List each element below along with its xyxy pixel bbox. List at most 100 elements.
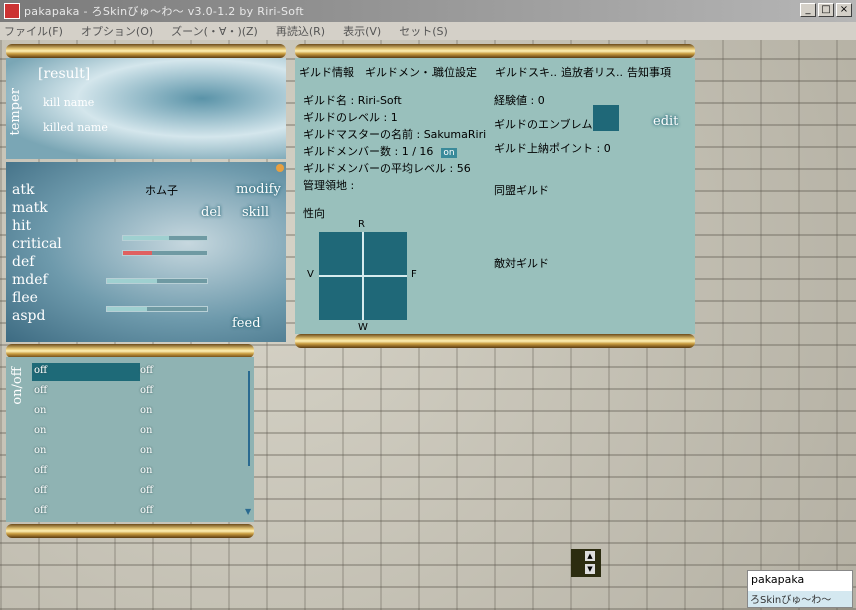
onoff-row-2[interactable]: off off: [30, 383, 244, 401]
guild-tax-points: ギルド上納ポイント : 0: [494, 142, 611, 155]
scroll-down-icon[interactable]: ▼: [245, 507, 251, 516]
character-name: pakapaka: [751, 573, 805, 586]
mini-scroll-widget[interactable]: ▲ ▼: [571, 549, 601, 577]
onoff-value[interactable]: on: [140, 405, 152, 416]
onoff-value[interactable]: on: [34, 425, 46, 436]
delete-button[interactable]: del: [201, 205, 221, 220]
guild-panel: ギルド情報 ギルドメン・. 職位設定 ギルドスキ.. 追放者リス.. 告知事項 …: [295, 58, 695, 334]
onoff-value[interactable]: off: [34, 505, 47, 516]
app-icon: [4, 3, 20, 19]
homunculus-status-panel: atk matk hit critical def mdef flee aspd…: [6, 162, 286, 342]
close-button[interactable]: ×: [836, 3, 852, 17]
onoff-value[interactable]: on: [34, 445, 46, 456]
onoff-scrollbar[interactable]: ▼: [244, 361, 254, 519]
member-on-badge: on: [441, 148, 457, 158]
scroll-up-icon[interactable]: ▲: [585, 551, 595, 561]
result-vertical-title: temper: [8, 88, 23, 136]
tendency-chart: [319, 232, 407, 320]
onoff-row-4[interactable]: on on: [30, 423, 244, 441]
chart-vertical-axis: [362, 232, 364, 320]
skin-name: ろSkinびゅ〜わ〜: [748, 591, 852, 607]
axis-label-left: V: [307, 269, 314, 280]
maximize-button[interactable]: □: [818, 3, 834, 17]
row-highlight: [32, 363, 140, 381]
menu-reload[interactable]: 再読込(R): [276, 23, 325, 39]
onoff-header-bar[interactable]: [6, 344, 254, 358]
title-bar: pakapaka - ろSkinびゅ〜わ〜 v3.0-1.2 by Riri-S…: [0, 0, 856, 22]
hp-bar: [122, 235, 208, 241]
result-title: [result]: [38, 66, 91, 82]
character-name-box: pakapaka ろSkinびゅ〜わ〜: [747, 570, 853, 608]
menu-zoom[interactable]: ズーン(・∀・)(Z): [171, 23, 258, 39]
onoff-value[interactable]: on: [34, 405, 46, 416]
homunculus-name: ホム子: [145, 184, 178, 197]
tab-guild-skills[interactable]: ギルドスキ..: [495, 64, 557, 80]
sp-bar-fill: [123, 251, 153, 255]
tab-guild-members[interactable]: ギルドメン・.: [365, 64, 435, 80]
onoff-row-6[interactable]: off on: [30, 463, 244, 481]
guild-emblem-image: [593, 105, 619, 131]
scroll-down-icon[interactable]: ▼: [585, 564, 595, 574]
stat-matk: matk: [12, 200, 48, 216]
onoff-value[interactable]: on: [140, 425, 152, 436]
kill-name-label: kill name: [43, 96, 95, 109]
onoff-value[interactable]: on: [140, 445, 152, 456]
stat-atk: atk: [12, 182, 35, 198]
guild-master: ギルドマスターの名前 : SakumaRiri: [303, 128, 487, 141]
onoff-value[interactable]: off: [34, 465, 47, 476]
stat-critical: critical: [12, 236, 62, 252]
result-panel: temper [result] kill name killed name: [6, 58, 286, 159]
onoff-value[interactable]: off: [140, 365, 153, 376]
onoff-value[interactable]: off: [140, 485, 153, 496]
menu-view[interactable]: 表示(V): [343, 23, 381, 39]
minimize-button[interactable]: _: [800, 3, 816, 17]
menu-option[interactable]: オプション(O): [81, 23, 153, 39]
guild-territory: 管理領地 :: [303, 179, 355, 192]
enemy-guilds-label: 敵対ギルド: [494, 257, 549, 270]
member-count-text: ギルドメンバー数 : 1 / 16: [303, 145, 434, 158]
onoff-value[interactable]: off: [140, 385, 153, 396]
onoff-row-7[interactable]: off off: [30, 483, 244, 501]
tab-guild-info[interactable]: ギルド情報: [299, 64, 354, 80]
menu-set[interactable]: セット(S): [399, 23, 448, 39]
onoff-row-1[interactable]: off off: [30, 363, 244, 381]
onoff-value[interactable]: off: [34, 385, 47, 396]
axis-label-top: R: [358, 219, 365, 230]
guild-emblem-label: ギルドのエンブレム: [494, 118, 593, 131]
killed-name-label: killed name: [43, 121, 108, 134]
tab-expelled-list[interactable]: 追放者リス..: [561, 64, 623, 80]
client-area: temper [result] kill name killed name at…: [0, 40, 856, 610]
onoff-value[interactable]: on: [140, 465, 152, 476]
onoff-panel: on/off off off off off on on on on on on off o…: [6, 357, 254, 522]
edit-emblem-button[interactable]: edit: [653, 114, 678, 129]
result-header-bar[interactable]: [6, 44, 286, 58]
guild-name: ギルド名 : Riri-Soft: [303, 94, 402, 107]
modify-button[interactable]: modify: [236, 182, 281, 197]
onoff-value[interactable]: off: [34, 365, 47, 376]
tab-notice[interactable]: 告知事項: [627, 64, 671, 80]
onoff-row-3[interactable]: on on: [30, 403, 244, 421]
stat-def: def: [12, 254, 35, 270]
hp-bar-fill: [123, 236, 170, 240]
allied-guilds-label: 同盟ギルド: [494, 184, 549, 197]
feed-button[interactable]: feed: [232, 316, 261, 331]
guild-tendency-label: 性向: [303, 207, 325, 220]
guild-level: ギルドのレベル : 1: [303, 111, 398, 124]
onoff-vertical-title: on/off: [10, 367, 25, 405]
onoff-footer-bar: [6, 524, 254, 538]
window-title: pakapaka - ろSkinびゅ〜わ〜 v3.0-1.2 by Riri-S…: [24, 5, 304, 18]
guild-header-bar[interactable]: [295, 44, 695, 58]
close-icon[interactable]: [276, 164, 284, 172]
menu-file[interactable]: ファイル(F): [4, 23, 63, 39]
tab-position-settings[interactable]: 職位設定: [433, 64, 477, 80]
onoff-value[interactable]: off: [140, 505, 153, 516]
skill-button[interactable]: skill: [242, 205, 269, 220]
guild-member-count: ギルドメンバー数 : 1 / 16 on: [303, 143, 457, 159]
onoff-row-5[interactable]: on on: [30, 443, 244, 461]
onoff-value[interactable]: off: [34, 485, 47, 496]
axis-label-right: F: [411, 269, 417, 280]
onoff-row-8[interactable]: off off: [30, 503, 244, 521]
scrollbar-thumb[interactable]: [248, 371, 250, 466]
stat-aspd: aspd: [12, 308, 46, 324]
hunger-bar-fill: [107, 279, 157, 283]
